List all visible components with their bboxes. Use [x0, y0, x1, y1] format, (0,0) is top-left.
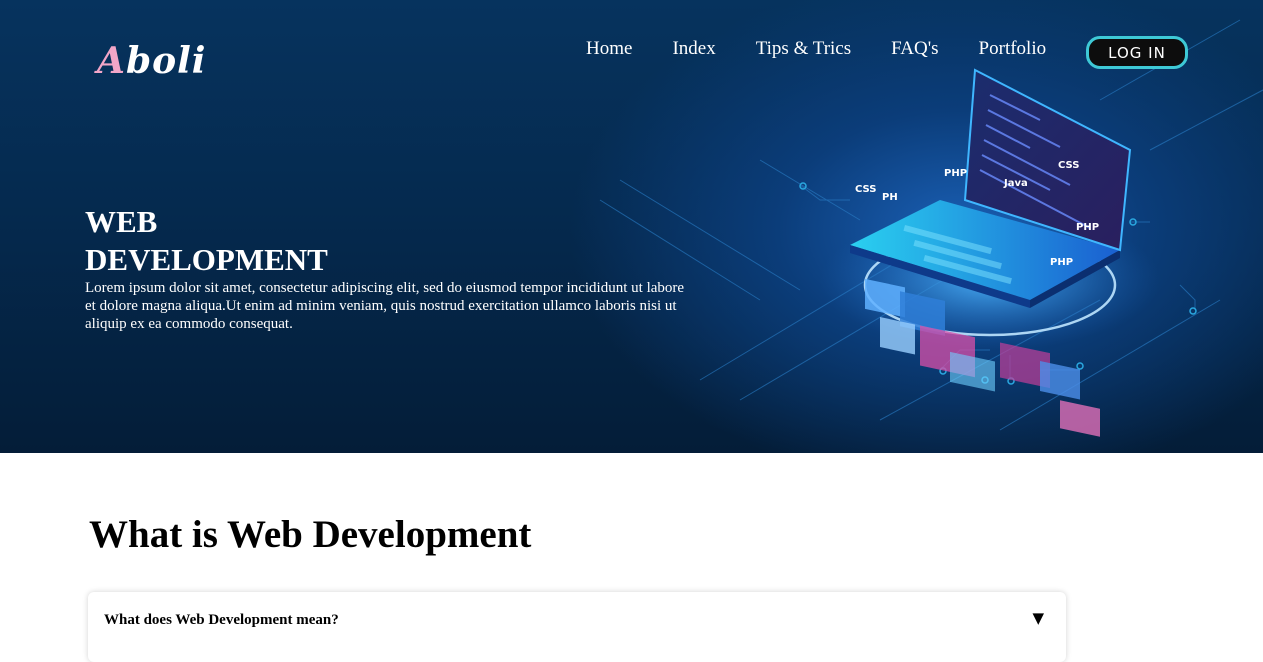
- hero-title: WEB DEVELOPMENT: [85, 203, 385, 279]
- hero-banner: CSS PHP Java PHP PHP CSS PH Aboli Home I…: [0, 0, 1263, 453]
- logo[interactable]: Aboli: [97, 40, 206, 82]
- logo-text: boli: [125, 40, 207, 82]
- php-tag: PH: [882, 192, 898, 203]
- nav-tips-trics[interactable]: Tips & Trics: [756, 37, 851, 61]
- nav-portfolio[interactable]: Portfolio: [979, 37, 1047, 61]
- hero-title-line2: DEVELOPMENT: [85, 242, 328, 277]
- main-nav: Home Index Tips & Trics FAQ's Portfolio: [566, 37, 1066, 61]
- logo-initial: A: [97, 40, 126, 82]
- css-tag: CSS: [855, 184, 876, 195]
- php-tag: PHP: [944, 168, 967, 179]
- login-button[interactable]: LOG IN: [1086, 36, 1188, 69]
- hero-description: Lorem ipsum dolor sit amet, consectetur …: [85, 280, 685, 332]
- faq-question: What does Web Development mean?: [104, 612, 339, 628]
- faq-accordion-item[interactable]: What does Web Development mean? ▼: [88, 592, 1066, 662]
- section-title: What is Web Development: [89, 513, 532, 556]
- caret-down-icon[interactable]: ▼: [1032, 609, 1044, 627]
- nav-faqs[interactable]: FAQ's: [891, 37, 938, 61]
- java-tag: Java: [1003, 178, 1028, 189]
- php-tag: PHP: [1076, 222, 1099, 233]
- nav-index[interactable]: Index: [672, 37, 715, 61]
- css-tag: CSS: [1058, 160, 1079, 171]
- php-tag: PHP: [1050, 257, 1073, 268]
- nav-home[interactable]: Home: [586, 37, 632, 61]
- hero-title-line1: WEB: [85, 204, 158, 239]
